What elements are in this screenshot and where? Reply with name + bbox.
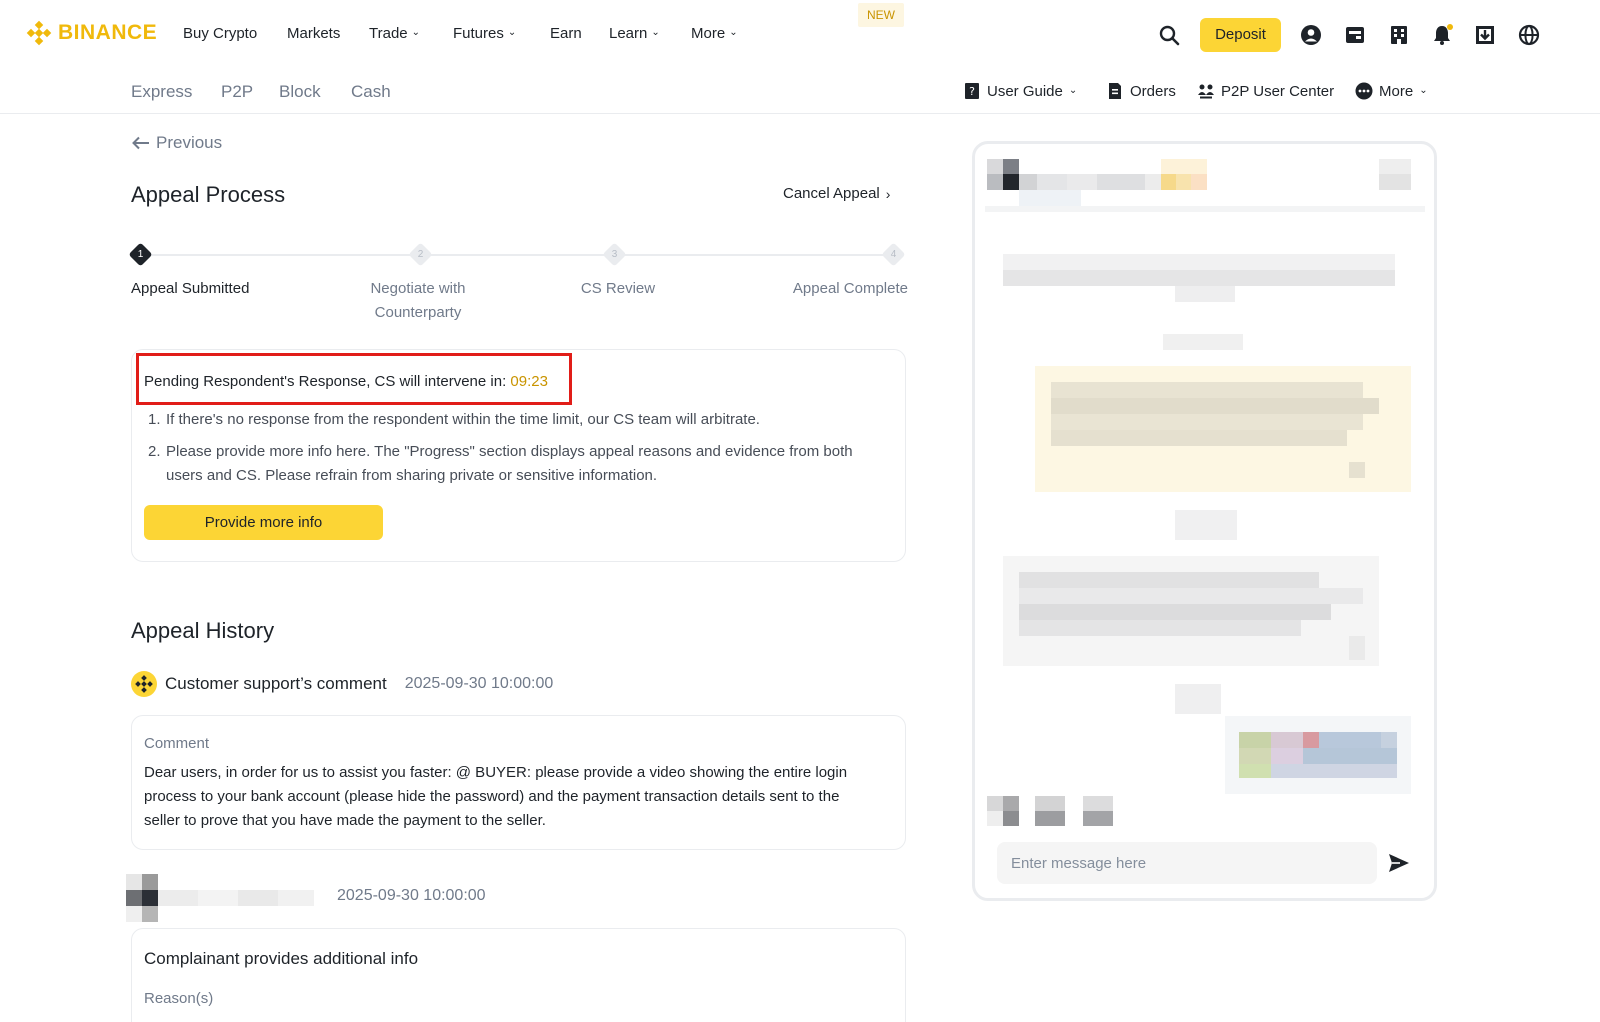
orders-document-icon	[1109, 83, 1121, 99]
comment-body: Dear users, in order for us to assist yo…	[144, 764, 848, 829]
comment-label: Comment	[144, 735, 210, 752]
p2p-user-center-label: P2P User Center	[1221, 82, 1335, 100]
cs-comment-header: Customer support’s comment 2025-09-30 10…	[131, 671, 553, 697]
step-4-label: Appeal Complete	[792, 280, 908, 297]
list-item: 1. If there's no response from the respo…	[148, 408, 883, 432]
nav-futures[interactable]: Futures ⌄	[453, 25, 516, 42]
pixelated-chat-content	[985, 159, 1425, 826]
chevron-down-icon: ⌄	[411, 27, 421, 38]
binance-logo-icon	[26, 20, 52, 46]
stepper-track	[141, 254, 896, 256]
chevron-down-icon: ⌄	[1419, 84, 1428, 96]
nav-learn[interactable]: Learn ⌄	[609, 25, 660, 42]
wallet-icon[interactable]	[1344, 24, 1366, 46]
notification-bell-icon[interactable]	[1431, 24, 1453, 46]
p2p-subnav: Express P2P Block Cash ? User Guide ⌄ Or…	[0, 70, 1600, 114]
arrow-left-icon	[132, 136, 149, 150]
cs-comment-author: Customer support’s comment	[165, 674, 387, 693]
user-center-icon	[1198, 84, 1214, 99]
list-item-number: 2.	[148, 443, 161, 460]
nav-more[interactable]: More ⌄	[691, 25, 738, 42]
provide-more-info-button[interactable]: Provide more info	[144, 505, 383, 540]
globe-icon[interactable]	[1518, 24, 1540, 46]
appeal-history-title: Appeal History	[131, 618, 275, 643]
more-dots-icon	[1355, 82, 1373, 100]
list-item-text: Please provide more info here. The "Prog…	[166, 443, 853, 484]
nav-label: Learn	[609, 25, 648, 42]
nav-trade[interactable]: Trade ⌄	[369, 25, 420, 42]
step-3-marker: 3	[602, 242, 627, 267]
cancel-appeal-label: Cancel Appeal	[783, 185, 880, 202]
pixelated-user-avatar	[126, 874, 314, 922]
new-badge: NEW	[858, 3, 904, 27]
page-title: Appeal Process	[131, 182, 286, 207]
send-icon[interactable]	[1387, 851, 1411, 875]
chevron-down-icon: ⌄	[1068, 84, 1078, 96]
svg-text:?: ?	[969, 85, 975, 98]
countdown-timer: 09:23	[510, 373, 548, 390]
subnav-cash[interactable]: Cash	[351, 82, 391, 102]
orders-label: Orders	[1130, 82, 1176, 100]
deposit-button[interactable]: Deposit	[1200, 18, 1281, 52]
complainant-info-card	[131, 928, 906, 1022]
cs-comment-timestamp: 2025-09-30 10:00:00	[404, 675, 554, 692]
nav-label: Earn	[550, 25, 582, 42]
list-item-text: If there's no response from the responde…	[166, 411, 760, 428]
step-4-marker: 4	[881, 242, 906, 267]
nav-buy-crypto[interactable]: Buy Crypto	[183, 25, 257, 42]
nav-label: Trade	[369, 25, 408, 42]
download-icon[interactable]	[1474, 24, 1496, 46]
binance-logo[interactable]: BINANCE	[26, 20, 157, 46]
user-icon[interactable]	[1300, 24, 1322, 46]
complainant-info-title: Complainant provides additional info	[144, 949, 419, 968]
more-label: More	[1379, 82, 1414, 100]
step-1-label: Appeal Submitted	[131, 280, 250, 297]
nav-label: More	[691, 25, 726, 42]
chevron-down-icon: ⌄	[729, 27, 738, 38]
top-navigation: BINANCE Buy Crypto Markets Trade ⌄ Futur…	[0, 0, 1600, 70]
nav-earn[interactable]: Earn	[550, 25, 582, 42]
step-2-marker: 2	[408, 242, 433, 267]
step-2-label: Negotiate with Counterparty	[370, 280, 466, 321]
nav-markets[interactable]: Markets	[287, 25, 340, 42]
nav-label: Futures	[453, 25, 504, 42]
step-3-label: CS Review	[580, 280, 656, 297]
p2p-user-center-link[interactable]: P2P User Center	[1197, 82, 1334, 100]
user-guide-menu[interactable]: ? User Guide ⌄	[963, 82, 1077, 100]
pending-message: Pending Respondent's Response, CS will i…	[144, 373, 511, 390]
subnav-p2p[interactable]: P2P	[221, 82, 253, 102]
nav-label: Markets	[287, 25, 341, 42]
chevron-down-icon: ⌄	[507, 27, 517, 38]
cancel-appeal-link[interactable]: Cancel Appeal ›	[783, 185, 890, 202]
subnav-express[interactable]: Express	[131, 82, 192, 102]
binance-support-avatar	[131, 671, 157, 697]
chat-message-input[interactable]	[997, 842, 1377, 884]
user-guide-label: User Guide	[987, 82, 1063, 100]
user-guide-icon: ?	[965, 83, 979, 99]
chevron-right-icon: ›	[885, 185, 891, 202]
binance-logo-icon	[135, 675, 153, 693]
previous-label: Previous	[156, 133, 223, 152]
reasons-label: Reason(s)	[144, 990, 214, 1007]
orders-link[interactable]: Orders	[1106, 82, 1176, 100]
previous-link[interactable]: Previous	[132, 133, 222, 153]
orders-icon[interactable]	[1388, 24, 1410, 46]
appeal-info-list: 1. If there's no response from the respo…	[148, 408, 883, 496]
more-menu[interactable]: More ⌄	[1355, 82, 1428, 100]
list-item: 2. Please provide more info here. The "P…	[148, 440, 883, 488]
pending-response-text: Pending Respondent's Response, CS will i…	[144, 373, 548, 390]
list-item-number: 1.	[148, 411, 161, 428]
search-icon[interactable]	[1158, 24, 1180, 46]
nav-label: Buy Crypto	[183, 25, 258, 42]
subnav-block[interactable]: Block	[279, 82, 321, 102]
user-entry-timestamp: 2025-09-30 10:00:00	[337, 887, 486, 904]
step-1-marker: 1	[128, 242, 153, 267]
chevron-down-icon: ⌄	[651, 27, 660, 38]
brand-name: BINANCE	[58, 21, 158, 44]
